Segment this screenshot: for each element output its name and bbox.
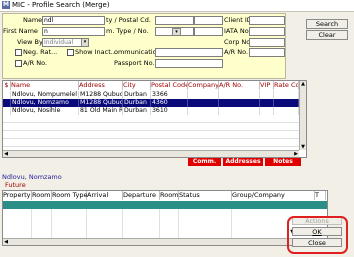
col-header-t[interactable]: T xyxy=(315,191,326,200)
city-field[interactable] xyxy=(155,16,194,25)
view-by-select[interactable]: Individual ▾ xyxy=(42,38,89,47)
empty-row xyxy=(3,131,306,139)
row-postal: 3366 xyxy=(151,91,188,99)
col-header-room[interactable]: Room xyxy=(32,191,52,200)
iata-field[interactable] xyxy=(249,27,285,36)
scroll-down-icon[interactable]: ▼ xyxy=(300,144,306,150)
row-city: Durban xyxy=(123,91,151,99)
row-address: 81 Old Main Rd xyxy=(80,107,123,115)
scroll-up-icon[interactable]: ▲ xyxy=(300,81,306,87)
col-header-arrival[interactable]: Arrival xyxy=(87,191,123,200)
col-header-rate-code[interactable]: Rate Co xyxy=(274,81,299,90)
ar-no-checkbox-label: A/R No. xyxy=(23,59,48,67)
future-tab[interactable]: Future xyxy=(5,181,26,189)
communication-label: ommunication xyxy=(114,48,161,56)
passport-label: Passport No. xyxy=(114,59,155,67)
notes-button[interactable]: Notes xyxy=(265,158,301,166)
show-inactive-label: Show Inact... xyxy=(75,48,117,56)
ar-no-checkbox[interactable] xyxy=(15,60,22,67)
membership-no-field[interactable] xyxy=(194,27,223,36)
col-header-status[interactable]: Status xyxy=(179,191,232,200)
col-header-departure[interactable]: Departure xyxy=(123,191,160,200)
clear-button[interactable]: Clear xyxy=(306,30,348,40)
first-name-field[interactable]: n xyxy=(42,27,105,36)
row-city: Durban xyxy=(123,107,151,115)
row-address: M1288 Qubuqu xyxy=(80,99,123,107)
highlight-box xyxy=(287,216,348,254)
row-name: Ndlovu, Nomzamo xyxy=(11,99,79,107)
results-horizontal-scrollbar[interactable]: ◀ ▶ xyxy=(3,150,299,157)
future-reservations-grid: Property Room Room Type Arrival Departur… xyxy=(2,190,328,246)
app-icon: M xyxy=(2,1,10,9)
view-by-label: View By xyxy=(17,38,43,46)
empty-row xyxy=(3,123,306,131)
neg-rate-label: Neg. Rat... xyxy=(23,48,58,56)
col-header-address[interactable]: Address xyxy=(79,81,123,90)
empty-row xyxy=(3,139,306,147)
col-header-name[interactable]: Name xyxy=(11,81,79,90)
ar-no-label: A/R No. xyxy=(224,48,249,56)
addresses-button[interactable]: Addresses xyxy=(223,158,263,166)
col-header-group-company[interactable]: Group/Company xyxy=(232,191,315,200)
window-title: MIC - Profile Search (Merge) xyxy=(12,1,110,9)
iata-label: IATA No. xyxy=(224,27,251,35)
row-address: M1288 Qubuqu xyxy=(80,91,123,99)
search-button[interactable]: Search xyxy=(306,19,348,29)
future-horizontal-scrollbar[interactable]: ◀ xyxy=(3,238,327,245)
col-header-ar-no[interactable]: A/R No. xyxy=(219,81,260,90)
col-header-company[interactable]: Company xyxy=(188,81,219,90)
ar-no-field[interactable] xyxy=(249,48,285,57)
first-name-label: First Name xyxy=(3,27,38,35)
passport-field[interactable] xyxy=(155,59,223,68)
show-inactive-checkbox[interactable] xyxy=(67,49,74,56)
empty-row xyxy=(3,115,306,123)
col-header-room-2[interactable]: Room xyxy=(160,191,179,200)
name-field[interactable]: ndl xyxy=(42,16,105,25)
selected-guest-name: Ndlovu, Nomzamo xyxy=(2,173,62,181)
neg-rate-checkbox[interactable] xyxy=(15,49,22,56)
col-header-vip[interactable]: VIP xyxy=(260,81,274,90)
profile-search-window: M MIC - Profile Search (Merge) Name ndl … xyxy=(0,0,354,257)
comm-button[interactable]: Comm. xyxy=(188,158,221,166)
membership-type-label: m. Type / No. xyxy=(106,27,149,35)
title-bar: M MIC - Profile Search (Merge) xyxy=(0,0,354,12)
table-row[interactable]: Ndlovu, Nompumelel M1288 Qubuqu Durban 3… xyxy=(3,91,306,99)
col-header-property[interactable]: Property xyxy=(3,191,32,200)
col-header-postal[interactable]: Postal Code xyxy=(151,81,188,90)
corp-no-field[interactable] xyxy=(249,38,285,47)
row-name: Ndlovu, Nompumelel xyxy=(11,91,79,99)
table-row[interactable]: Ndlovu, Nosihle 81 Old Main Rd Durban 36… xyxy=(3,107,306,115)
postal-code-field[interactable] xyxy=(194,16,223,25)
scroll-left-icon[interactable]: ◀ xyxy=(3,239,9,245)
chevron-down-icon[interactable]: ▾ xyxy=(81,39,88,46)
table-row-selected[interactable]: Ndlovu, Nomzamo M1288 Qubuqu Durban 4360 xyxy=(3,99,306,107)
col-header-dollar[interactable]: $ xyxy=(3,81,11,90)
corp-no-label: Corp No. xyxy=(224,38,253,46)
scroll-right-icon[interactable]: ▶ xyxy=(293,151,299,157)
results-vertical-scrollbar[interactable]: ▲ ▼ xyxy=(299,81,306,150)
row-city: Durban xyxy=(123,99,151,107)
client-id-field[interactable] xyxy=(249,16,285,25)
search-panel: Name ndl ty / Postal Cd. Client ID. Firs… xyxy=(2,13,286,79)
col-header-room-type[interactable]: Room Type xyxy=(52,191,88,200)
membership-type-field[interactable]: ▾ xyxy=(155,27,194,36)
scroll-left-icon[interactable]: ◀ xyxy=(3,151,9,157)
communication-field[interactable] xyxy=(155,48,223,57)
city-postal-label: ty / Postal Cd. xyxy=(106,16,151,24)
view-by-value: Individual xyxy=(44,39,74,46)
lookup-icon[interactable]: ▾ xyxy=(172,28,181,35)
results-grid: $ Name Address City Postal Code Company … xyxy=(2,80,307,158)
col-header-city[interactable]: City xyxy=(123,81,151,90)
row-postal: 3610 xyxy=(151,107,188,115)
name-label: Name xyxy=(23,16,43,24)
row-name: Ndlovu, Nosihle xyxy=(11,107,79,115)
row-postal: 4360 xyxy=(151,99,188,107)
future-row-selected[interactable] xyxy=(3,201,327,209)
